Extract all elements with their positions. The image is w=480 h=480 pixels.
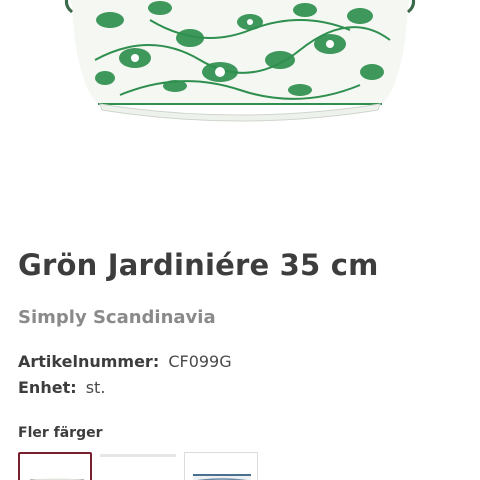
color-swatch-white[interactable]: [100, 454, 176, 480]
unit-value: st.: [85, 378, 106, 397]
article-number-value: CF099G: [168, 352, 232, 371]
blue-pot-thumbnail-icon: [193, 474, 251, 480]
product-image[interactable]: [0, 0, 480, 222]
green-pot-thumbnail-icon: [30, 478, 84, 480]
more-colors-label: Fler färger: [18, 425, 103, 441]
product-title: Grön Jardiniére 35 cm: [18, 248, 379, 282]
white-pot-thumbnail-icon: [100, 457, 176, 480]
unit-label: Enhet:: [18, 378, 77, 397]
article-number-row: Artikelnummer: CF099G: [18, 352, 232, 371]
color-swatch-blue[interactable]: [184, 452, 258, 480]
brand-link[interactable]: Simply Scandinavia: [18, 307, 216, 328]
unit-row: Enhet: st.: [18, 378, 105, 397]
article-number-label: Artikelnummer:: [18, 352, 160, 371]
color-swatch-green[interactable]: [18, 452, 92, 480]
jardiniere-image: [65, 0, 415, 122]
